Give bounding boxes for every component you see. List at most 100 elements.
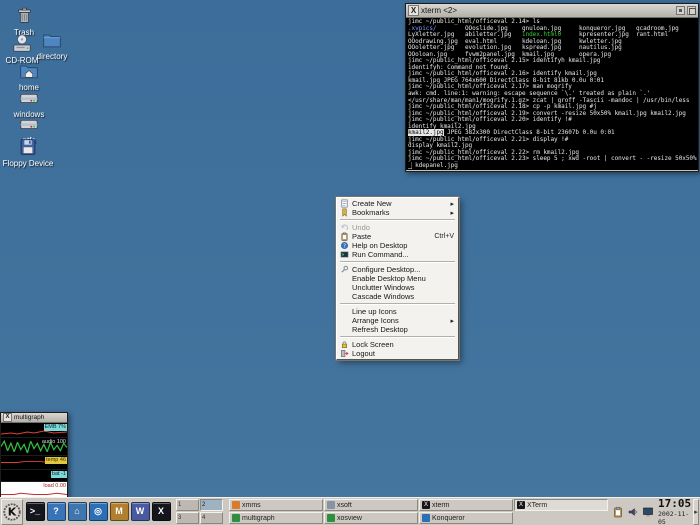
bookmark-icon [340, 208, 349, 217]
menu-item-cascade-windows[interactable]: Cascade Windows [338, 292, 457, 301]
menu-item-label: Enable Desktop Menu [352, 274, 454, 283]
terminal-output[interactable]: jimc ~/public_html/officeval 2.14> ls.xv… [406, 18, 698, 170]
harddrive-icon [7, 87, 51, 109]
multigraph-label: load 0.00 [42, 483, 67, 490]
taskbar-button-konqueror[interactable]: Konqueror [419, 512, 513, 524]
submenu-arrow-icon: ▸ [450, 209, 454, 217]
kicker-panel: K >_?⌂◎MWX 1234 xmmsxsoftXxtermXXTermmul… [0, 497, 700, 525]
menu-item-enable-desktop-menu[interactable]: Enable Desktop Menu [338, 274, 457, 283]
multigraph-label: bat -1 [51, 471, 67, 478]
menu-item-label: Logout [352, 349, 454, 358]
app-icon [327, 501, 335, 509]
kword-launcher-button[interactable]: W [130, 500, 150, 524]
menu-separator [340, 336, 455, 338]
maximize-button[interactable] [687, 6, 696, 15]
taskbar-button-label: xosview [337, 515, 362, 522]
xterm-title: xterm <2> [421, 6, 674, 15]
floppy-icon [0, 136, 56, 158]
taskbar-button-xterm[interactable]: Xxterm [419, 499, 513, 511]
home-launcher-button[interactable]: ⌂ [67, 500, 87, 524]
menu-item-label: Undo [352, 223, 454, 232]
pager-desktop-2[interactable]: 2 [200, 499, 223, 511]
menu-item-label: Paste [352, 232, 431, 241]
menu-item-undo: Undo [338, 223, 457, 232]
no-icon [340, 283, 349, 292]
taskbar-button-label: xsoft [337, 502, 352, 509]
konqueror-launcher-button[interactable]: ◎ [88, 500, 108, 524]
no-icon [340, 274, 349, 283]
taskbar-button-xterm[interactable]: XXTerm [514, 499, 608, 511]
multigraph-row-temp-46: temp 46 [1, 456, 67, 470]
menu-item-refresh-desktop[interactable]: Refresh Desktop [338, 325, 457, 334]
menu-item-unclutter-windows[interactable]: Unclutter Windows [338, 283, 457, 292]
desktop-icon-label: Floppy Device [0, 159, 56, 168]
desktop-icon-floppy[interactable]: Floppy Device [0, 136, 56, 168]
desktop: TrashCD-ROMdirectoryhomewindowsntfsFlopp… [0, 0, 700, 525]
display-icon[interactable] [642, 506, 654, 518]
klipper-icon[interactable] [612, 506, 624, 518]
taskbar-button-xosview[interactable]: xosview [324, 512, 418, 524]
menu-item-label: Refresh Desktop [352, 325, 454, 334]
menu-item-label: Create New [352, 199, 447, 208]
harddrive-icon [7, 113, 51, 135]
menu-shortcut: Ctrl+V [434, 233, 454, 240]
svg-text:?: ? [343, 243, 346, 249]
multigraph-body: EMB 7% audio 100temp 46bat -1 load 0.00 [1, 423, 67, 499]
menu-separator [340, 303, 455, 305]
xterm-launcher-button[interactable]: X [151, 500, 171, 524]
menu-item-label: Bookmarks [352, 208, 447, 217]
graph-icon [232, 514, 240, 522]
menu-item-logout[interactable]: Logout [338, 349, 457, 358]
panel-clock[interactable]: 17:05 2002-11-05 [658, 498, 691, 525]
no-icon [340, 316, 349, 325]
menu-item-label: Lock Screen [352, 340, 454, 349]
k-menu-button[interactable]: K [1, 499, 23, 525]
iconify-button[interactable] [676, 6, 685, 15]
terminal-line: █ kdepanel.jpg [408, 163, 696, 170]
multigraph-row-emb-7: EMB 7% [1, 423, 67, 438]
multigraph-titlebar[interactable]: X multigraph [1, 413, 67, 423]
panel-hide-button[interactable]: ▸ [693, 499, 699, 525]
konsole-launcher-button[interactable]: >_ [25, 500, 45, 524]
kmail-icon: M [110, 502, 129, 521]
menu-item-run-command[interactable]: Run Command... [338, 250, 457, 259]
menu-item-arrange-icons[interactable]: Arrange Icons▸ [338, 316, 457, 325]
x-logo-icon: X [3, 413, 12, 422]
taskbar-button-label: xmms [242, 502, 261, 509]
menu-item-paste[interactable]: PasteCtrl+V [338, 232, 457, 241]
menu-item-bookmarks[interactable]: Bookmarks▸ [338, 208, 457, 217]
menu-item-label: Cascade Windows [352, 292, 454, 301]
xterm-icon: X [152, 502, 171, 521]
taskbar-button-label: xterm [432, 502, 450, 509]
desktop-icon-directory[interactable]: directory [30, 29, 74, 61]
taskbar-button-xmms[interactable]: xmms [229, 499, 323, 511]
taskbar-button-xsoft[interactable]: xsoft [324, 499, 418, 511]
undo-icon [340, 223, 349, 232]
menu-item-line-up-icons[interactable]: Line up Icons [338, 307, 457, 316]
multigraph-label: EMB 7% [44, 424, 67, 431]
kmail-launcher-button[interactable]: M [109, 500, 129, 524]
menu-item-create-new[interactable]: Create New▸ [338, 199, 457, 208]
pager-desktop-4[interactable]: 4 [200, 512, 223, 524]
menu-item-lock-screen[interactable]: Lock Screen [338, 340, 457, 349]
document-new-icon [340, 199, 349, 208]
xterm-icon: X [422, 501, 430, 509]
multigraph-row-bat-1: bat -1 [1, 470, 67, 482]
taskbar-button-label: Konqueror [432, 515, 465, 522]
x-logo-icon: X [408, 5, 419, 16]
logout-icon [340, 349, 349, 358]
multigraph-row-audio-100: audio 100 [1, 438, 67, 456]
taskbar-row: multigraph xosview Konqueror [229, 512, 608, 524]
help-launcher-button[interactable]: ? [46, 500, 66, 524]
pager-desktop-3[interactable]: 3 [176, 512, 199, 524]
desktop-context-menu: Create New▸Bookmarks▸UndoPasteCtrl+V?Hel… [336, 197, 459, 360]
kmix-icon[interactable] [627, 506, 639, 518]
pager-desktop-1[interactable]: 1 [176, 499, 199, 511]
submenu-arrow-icon: ▸ [450, 317, 454, 325]
menu-item-help-on-desktop[interactable]: ?Help on Desktop [338, 241, 457, 250]
taskbar-button-multigraph[interactable]: multigraph [229, 512, 323, 524]
desktop-pager: 1234 [176, 499, 223, 524]
menu-item-configure-desktop[interactable]: Configure Desktop... [338, 265, 457, 274]
xterm-titlebar[interactable]: X xterm <2> [406, 4, 698, 18]
no-icon [340, 292, 349, 301]
